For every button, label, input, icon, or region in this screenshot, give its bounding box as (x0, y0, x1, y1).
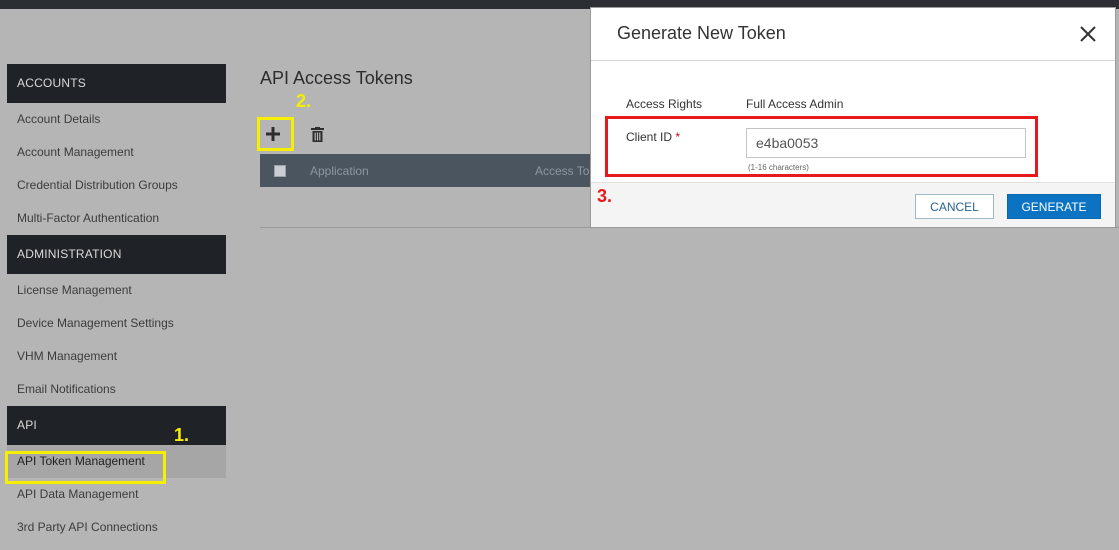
generate-button[interactable]: GENERATE (1007, 194, 1101, 219)
dialog-title: Generate New Token (617, 23, 786, 43)
dialog-header: Generate New Token (591, 8, 1115, 61)
sidebar-section-api: API (7, 406, 226, 445)
step-1-marker: 1. (174, 425, 190, 445)
column-header-application[interactable]: Application (310, 164, 369, 178)
sidebar-item-device-management-settings[interactable]: Device Management Settings (7, 307, 226, 340)
delete-token-button[interactable] (304, 121, 330, 147)
sidebar-item-license-management[interactable]: License Management (7, 274, 226, 307)
close-icon (1080, 26, 1096, 42)
select-all-checkbox[interactable] (274, 165, 286, 177)
highlight-add-button (257, 117, 294, 151)
trash-icon (310, 126, 324, 142)
sidebar-item-account-management[interactable]: Account Management (7, 136, 226, 169)
highlight-api-token-management (5, 451, 166, 484)
sidebar-item-3rd-party-api-connections[interactable]: 3rd Party API Connections (7, 511, 226, 544)
sidebar-item-account-details[interactable]: Account Details (7, 103, 226, 136)
sidebar-section-administration: ADMINISTRATION (7, 235, 226, 274)
step-2-marker: 2. (296, 91, 312, 111)
cancel-button[interactable]: CANCEL (915, 194, 994, 219)
sidebar-section-accounts: ACCOUNTS (7, 64, 226, 103)
tokens-table-header: Application Access To (260, 154, 590, 187)
column-header-access-token[interactable]: Access To (535, 164, 589, 178)
sidebar-item-email-notifications[interactable]: Email Notifications (7, 373, 226, 406)
sidebar-item-credential-distribution-groups[interactable]: Credential Distribution Groups (7, 169, 226, 202)
access-rights-value: Full Access Admin (746, 97, 844, 111)
highlight-client-id (605, 116, 1038, 177)
access-rights-label: Access Rights (626, 97, 703, 111)
page-title: API Access Tokens (260, 68, 413, 88)
dialog-footer: CANCEL GENERATE (591, 182, 1115, 227)
sidebar-item-multi-factor-authentication[interactable]: Multi-Factor Authentication (7, 202, 226, 235)
step-3-marker: 3. (597, 186, 613, 206)
close-button[interactable] (1077, 23, 1099, 45)
sidebar-item-vhm-management[interactable]: VHM Management (7, 340, 226, 373)
table-divider (260, 227, 1119, 228)
